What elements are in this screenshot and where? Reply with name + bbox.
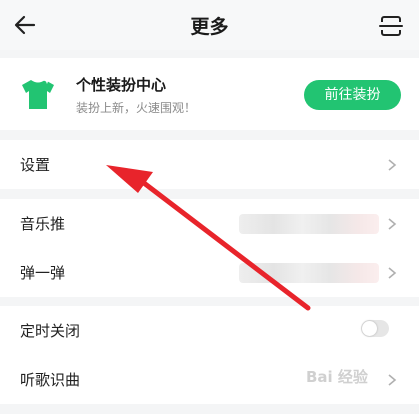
timer-off-row[interactable]: 定时关闭 <box>0 306 419 355</box>
chevron-right-icon <box>388 267 397 279</box>
page-title: 更多 <box>190 16 229 38</box>
music-push-row[interactable]: 音乐推 <box>0 199 419 248</box>
card-subtitle: 装扮上新，火速围观！ <box>76 101 197 115</box>
chevron-right-icon <box>388 218 397 230</box>
settings-section: 设置 <box>0 140 419 189</box>
timer-off-label: 定时关闭 <box>20 322 81 340</box>
tshirt-icon <box>22 77 54 109</box>
bullet-label: 弹一弹 <box>20 264 66 282</box>
timer-off-toggle[interactable] <box>361 320 389 337</box>
recommend-section: 音乐推 弹一弹 <box>0 199 419 297</box>
song-recognition-label: 听歌识曲 <box>20 371 81 389</box>
scan-icon[interactable] <box>379 14 403 38</box>
music-push-label: 音乐推 <box>20 215 66 233</box>
theme-center-card[interactable]: 个性装扮中心 装扮上新，火速围观！ 前往装扮 <box>0 58 419 130</box>
chevron-right-icon <box>388 374 397 386</box>
toggle-knob <box>362 321 377 336</box>
go-decorate-button[interactable]: 前往装扮 <box>304 80 401 110</box>
tools-section: 定时关闭 听歌识曲 <box>0 306 419 404</box>
blurred-value <box>239 214 379 234</box>
settings-label: 设置 <box>20 156 51 174</box>
watermark: Bai 经验 <box>306 368 368 386</box>
blurred-value <box>239 263 379 283</box>
bullet-row[interactable]: 弹一弹 <box>0 248 419 297</box>
settings-row[interactable]: 设置 <box>0 140 419 189</box>
chevron-right-icon <box>388 159 397 171</box>
top-bar: 更多 <box>0 0 419 50</box>
card-title: 个性装扮中心 <box>76 76 167 94</box>
